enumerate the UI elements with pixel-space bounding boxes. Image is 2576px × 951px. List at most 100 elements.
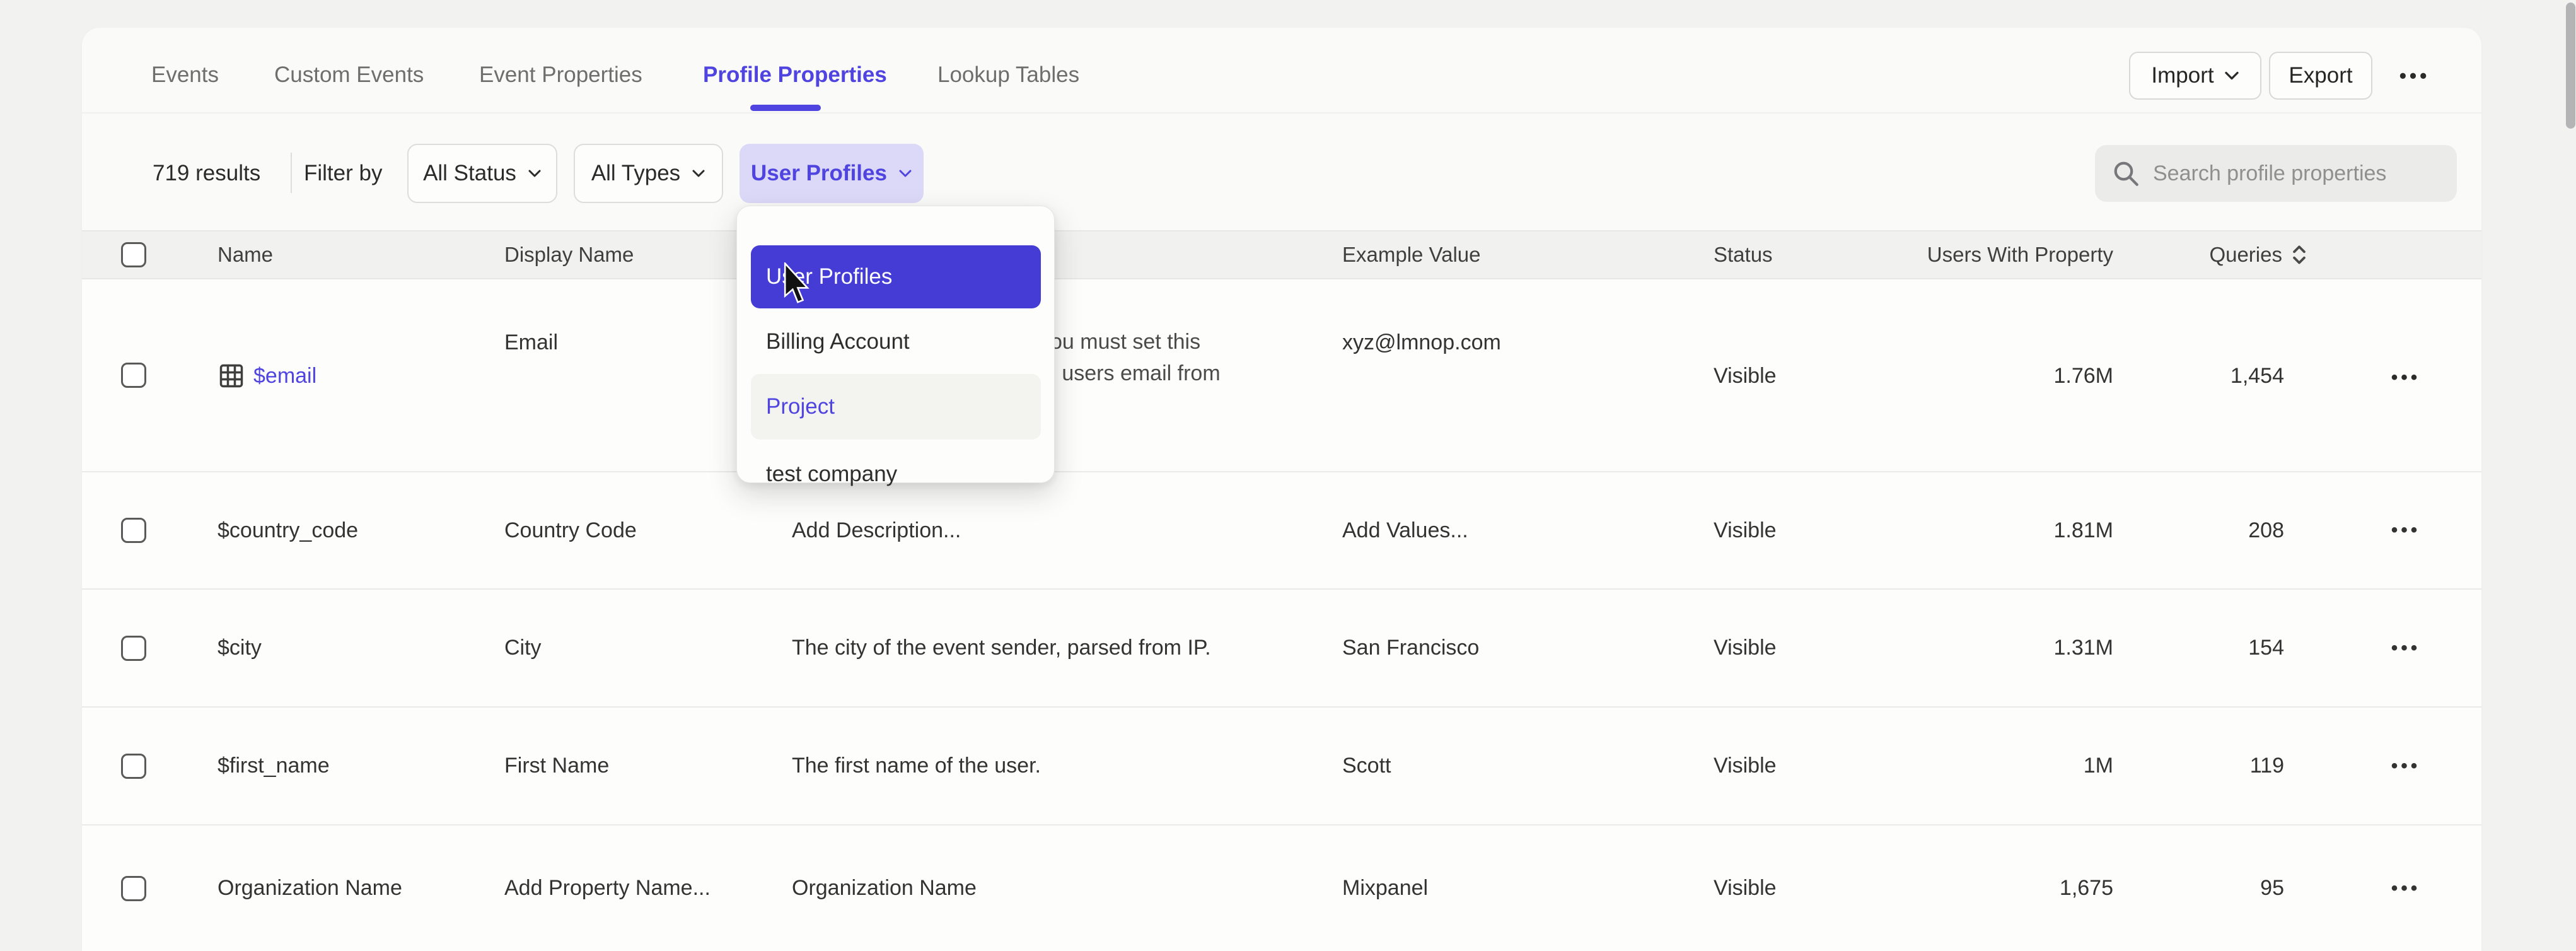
table-header-row: Name Display Name Example Value Status U… bbox=[82, 230, 2481, 279]
display-name-cell[interactable]: City bbox=[504, 590, 542, 706]
queries-cell: 95 bbox=[2260, 826, 2284, 951]
display-name-cell[interactable]: Email bbox=[504, 325, 558, 360]
queries-cell: 208 bbox=[2248, 472, 2284, 588]
dropdown-item-test-company[interactable]: test company bbox=[751, 445, 1041, 504]
tab-profile-properties[interactable]: Profile Properties bbox=[703, 53, 887, 97]
row-menu-button[interactable]: ••• bbox=[2381, 708, 2431, 824]
display-name-cell[interactable]: First Name bbox=[504, 708, 609, 824]
more-icon: ••• bbox=[2391, 878, 2421, 899]
filter-by-label: Filter by bbox=[304, 144, 382, 203]
tab-event-properties[interactable]: Event Properties bbox=[479, 53, 642, 97]
entity-dropdown-menu: User Profiles Billing Account Project te… bbox=[736, 206, 1055, 483]
row-menu-button[interactable]: ••• bbox=[2381, 472, 2431, 588]
queries-cell: 1,454 bbox=[2231, 358, 2284, 394]
more-icon: ••• bbox=[2391, 756, 2421, 777]
search-input[interactable] bbox=[2153, 161, 2440, 186]
more-actions-button[interactable]: ••• bbox=[2389, 52, 2440, 100]
users-with-property-cell: 1M bbox=[2084, 708, 2113, 824]
tab-custom-events[interactable]: Custom Events bbox=[274, 53, 424, 97]
column-header-example-value[interactable]: Example Value bbox=[1342, 231, 1481, 278]
status-cell: Visible bbox=[1714, 826, 1777, 951]
queries-cell: 119 bbox=[2250, 708, 2284, 824]
users-with-property-cell: 1.81M bbox=[2054, 472, 2114, 588]
example-value-cell[interactable]: San Francisco bbox=[1342, 590, 1479, 706]
export-button-label: Export bbox=[2289, 63, 2352, 88]
chevron-down-icon bbox=[692, 168, 705, 178]
toolbar-divider bbox=[291, 153, 292, 193]
row-checkbox[interactable] bbox=[121, 518, 146, 543]
users-with-property-cell: 1,675 bbox=[2060, 826, 2113, 951]
more-icon: ••• bbox=[2391, 520, 2421, 541]
sort-icon[interactable] bbox=[2291, 243, 2307, 267]
more-icon: ••• bbox=[2399, 64, 2430, 88]
dropdown-item-project[interactable]: Project bbox=[751, 374, 1041, 440]
chevron-down-icon bbox=[2224, 70, 2239, 81]
table-row: $email Email ou must set this d users em… bbox=[82, 279, 2481, 472]
more-icon: ••• bbox=[2391, 638, 2421, 659]
page-scrollbar bbox=[2565, 0, 2576, 951]
select-all-checkbox[interactable] bbox=[121, 242, 146, 267]
property-name-link[interactable]: Organization Name bbox=[218, 826, 402, 951]
type-filter-label: All Types bbox=[591, 161, 680, 186]
property-name-link[interactable]: $first_name bbox=[218, 708, 330, 824]
scrollbar-thumb[interactable] bbox=[2566, 3, 2575, 129]
search-box bbox=[2095, 145, 2457, 202]
property-name-link[interactable]: $country_code bbox=[218, 472, 358, 588]
column-header-queries[interactable]: Queries bbox=[2209, 231, 2307, 278]
description-cell[interactable]: Organization Name bbox=[792, 826, 977, 951]
row-checkbox[interactable] bbox=[121, 876, 146, 901]
example-value-cell[interactable]: xyz@lmnop.com bbox=[1342, 325, 1501, 360]
table-row: $country_code Country Code Add Descripti… bbox=[82, 472, 2481, 590]
type-filter-button[interactable]: All Types bbox=[574, 144, 723, 203]
import-button[interactable]: Import bbox=[2129, 52, 2261, 100]
profile-properties-card: Events Custom Events Event Properties Pr… bbox=[82, 28, 2481, 951]
description-cell[interactable]: The first name of the user. bbox=[792, 708, 1041, 824]
display-name-cell[interactable]: Add Property Name... bbox=[504, 826, 711, 951]
row-menu-button[interactable]: ••• bbox=[2381, 826, 2431, 951]
column-header-display-name[interactable]: Display Name bbox=[504, 231, 634, 278]
chevron-down-icon bbox=[898, 168, 912, 178]
more-icon: ••• bbox=[2391, 367, 2421, 388]
row-checkbox[interactable] bbox=[121, 363, 146, 388]
entity-filter-label: User Profiles bbox=[751, 161, 887, 186]
results-count: 719 results bbox=[153, 144, 260, 203]
active-tab-underline bbox=[750, 105, 821, 111]
display-name-cell[interactable]: Country Code bbox=[504, 472, 637, 588]
dropdown-item-billing-account[interactable]: Billing Account bbox=[751, 312, 1041, 371]
row-menu-button[interactable]: ••• bbox=[2381, 360, 2431, 395]
row-checkbox[interactable] bbox=[121, 754, 146, 779]
example-value-cell[interactable]: Add Values... bbox=[1342, 472, 1468, 588]
tab-bar: Events Custom Events Event Properties Pr… bbox=[82, 28, 2481, 114]
column-header-status[interactable]: Status bbox=[1714, 231, 1773, 278]
column-header-name[interactable]: Name bbox=[218, 231, 273, 278]
table-row: Organization Name Add Property Name... O… bbox=[82, 826, 2481, 951]
status-cell: Visible bbox=[1714, 358, 1777, 394]
search-icon bbox=[2111, 159, 2140, 188]
table-row: $first_name First Name The first name of… bbox=[82, 708, 2481, 826]
description-cell-line1: ou must set this bbox=[1050, 324, 1200, 359]
tab-lookup-tables[interactable]: Lookup Tables bbox=[937, 53, 1079, 97]
column-header-users-with-property[interactable]: Users With Property bbox=[1927, 231, 2113, 278]
description-cell[interactable]: The city of the event sender, parsed fro… bbox=[792, 590, 1211, 706]
export-button[interactable]: Export bbox=[2269, 52, 2372, 100]
tab-events[interactable]: Events bbox=[151, 53, 219, 97]
dropdown-item-user-profiles[interactable]: User Profiles bbox=[751, 245, 1041, 308]
status-cell: Visible bbox=[1714, 590, 1777, 706]
column-header-queries-label: Queries bbox=[2209, 243, 2282, 267]
example-value-cell[interactable]: Scott bbox=[1342, 708, 1391, 824]
entity-filter-button[interactable]: User Profiles bbox=[740, 144, 924, 203]
row-checkbox[interactable] bbox=[121, 636, 146, 661]
property-name-link[interactable]: $email bbox=[253, 358, 316, 394]
property-name-link[interactable]: $city bbox=[218, 590, 262, 706]
status-cell: Visible bbox=[1714, 708, 1777, 824]
status-filter-button[interactable]: All Status bbox=[407, 144, 557, 203]
users-with-property-cell: 1.76M bbox=[2054, 358, 2114, 394]
grid-icon bbox=[218, 362, 245, 390]
row-menu-button[interactable]: ••• bbox=[2381, 590, 2431, 706]
users-with-property-cell: 1.31M bbox=[2054, 590, 2114, 706]
chevron-down-icon bbox=[528, 168, 542, 178]
table-row: $city City The city of the event sender,… bbox=[82, 590, 2481, 708]
description-cell-line2: d users email from bbox=[1044, 356, 1221, 391]
example-value-cell[interactable]: Mixpanel bbox=[1342, 826, 1428, 951]
import-button-label: Import bbox=[2151, 63, 2213, 88]
